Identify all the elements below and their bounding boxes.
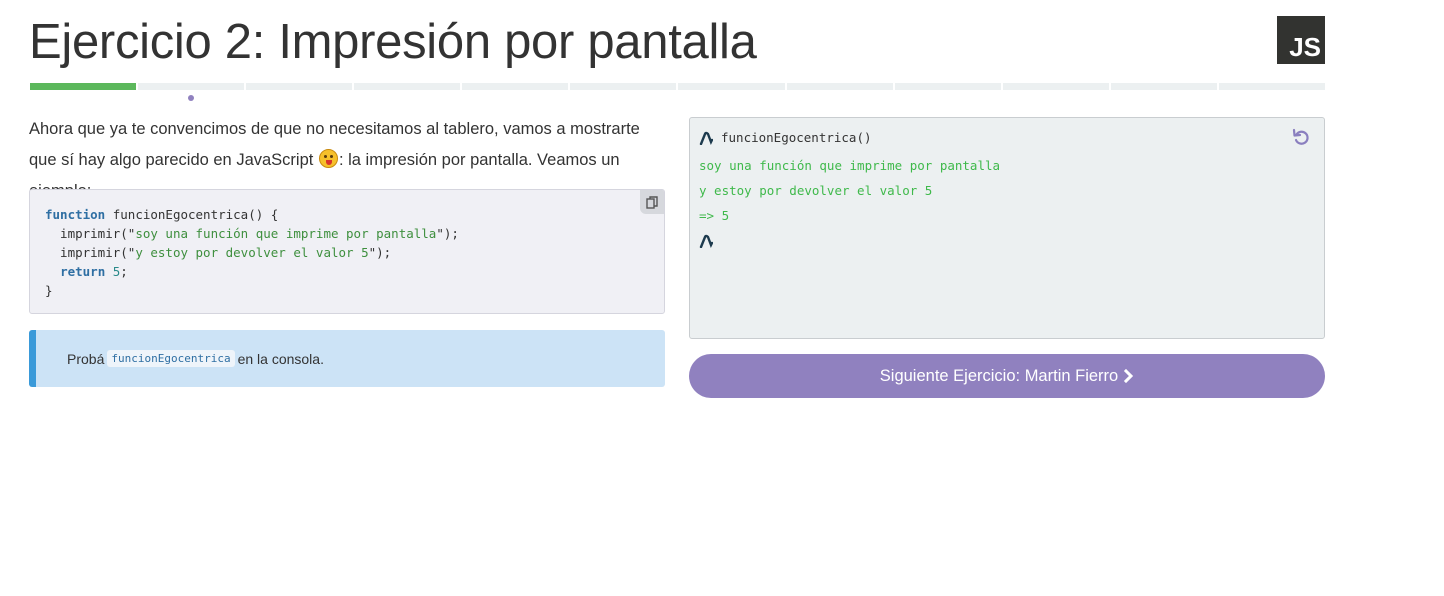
console-output-line: soy una función que imprime por pantalla — [699, 158, 1001, 173]
hint-inline-code: funcionEgocentrica — [107, 350, 235, 367]
copy-code-button[interactable] — [640, 190, 664, 214]
progress-segment[interactable] — [354, 83, 461, 90]
code-string: y estoy por devolver el valor 5 — [135, 245, 369, 260]
console-output-line: y estoy por devolver el valor 5 — [699, 183, 933, 198]
copy-icon — [646, 195, 658, 209]
hint-text: Probá — [67, 350, 105, 367]
code-keyword: return — [60, 264, 106, 279]
progress-segment[interactable] — [894, 83, 1001, 90]
chevron-right-icon — [1124, 369, 1134, 383]
lambda-prompt-icon — [699, 234, 713, 248]
code-example: function funcionEgocentrica() { imprimir… — [29, 189, 665, 314]
code-text: imprimir(" — [45, 245, 136, 260]
reset-icon[interactable] — [1292, 128, 1310, 146]
console-panel[interactable]: funcionEgocentrica() soy una función que… — [689, 117, 1325, 339]
progress-segment[interactable] — [246, 83, 353, 90]
code-text: } — [45, 283, 53, 298]
code-text: "); — [368, 245, 392, 260]
code-text: funcionEgocentrica() { — [105, 207, 279, 222]
page-title: Ejercicio 2: Impresión por pantalla — [29, 15, 757, 69]
progress-segment[interactable] — [678, 83, 785, 90]
console-input-prompt[interactable] — [699, 234, 713, 248]
progress-segment[interactable] — [30, 83, 137, 90]
code-keyword: function — [45, 207, 106, 222]
language-badge-label: JS — [1289, 32, 1321, 62]
try-in-console-hint: Probá funcionEgocentrica en la consola. — [29, 330, 665, 387]
console-command: funcionEgocentrica() — [721, 130, 872, 145]
lambda-prompt-icon — [699, 131, 713, 145]
code-text: imprimir(" — [45, 226, 136, 241]
code-string: soy una función que imprime por pantalla — [135, 226, 437, 241]
console-history-line: funcionEgocentrica() — [699, 130, 872, 145]
code-text: "); — [436, 226, 459, 241]
current-exercise-indicator — [188, 95, 194, 101]
code-text: ; — [120, 264, 128, 279]
progress-segment[interactable] — [1218, 83, 1325, 90]
progress-segment[interactable] — [570, 83, 677, 90]
hint-text: en la consola. — [237, 350, 324, 367]
progress-segment[interactable] — [138, 83, 245, 90]
progress-segment[interactable] — [786, 83, 893, 90]
tongue-out-emoji-icon — [318, 149, 338, 168]
language-badge: JS — [1277, 16, 1325, 64]
console-return-value: => 5 — [699, 208, 730, 223]
exercise-progress-bar — [30, 83, 1325, 91]
code-block: function funcionEgocentrica() { imprimir… — [30, 190, 664, 300]
progress-segment[interactable] — [1110, 83, 1217, 90]
next-exercise-button[interactable]: Siguiente Ejercicio: Martin Fierro — [689, 354, 1325, 398]
progress-segment[interactable] — [1002, 83, 1109, 90]
next-exercise-label: Siguiente Ejercicio: Martin Fierro — [879, 366, 1119, 385]
progress-segment[interactable] — [462, 83, 569, 90]
